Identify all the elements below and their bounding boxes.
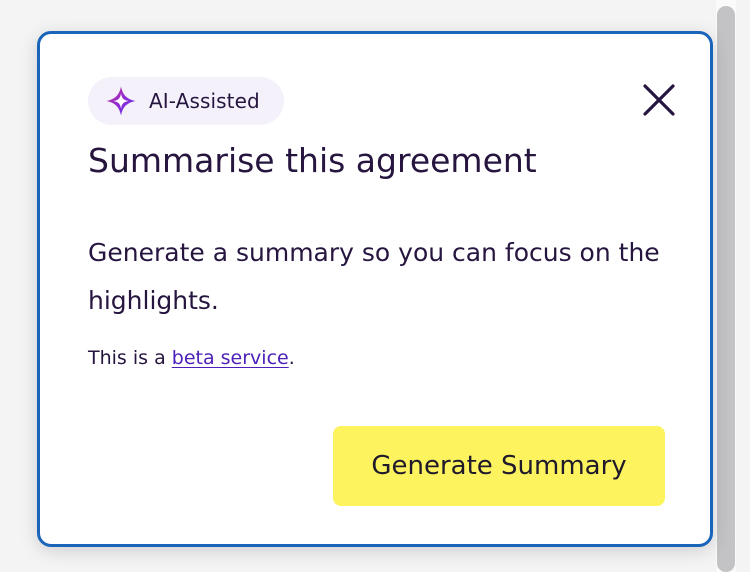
beta-suffix: . bbox=[288, 347, 295, 369]
beta-prefix: This is a bbox=[88, 347, 172, 369]
ai-summary-dialog: AI-Assisted Summarise this agreement Gen… bbox=[37, 31, 713, 547]
ai-assisted-badge: AI-Assisted bbox=[88, 77, 284, 125]
sparkle-icon bbox=[106, 86, 136, 116]
badge-label: AI-Assisted bbox=[149, 89, 260, 113]
beta-service-link[interactable]: beta service bbox=[172, 347, 289, 369]
dialog-description: Generate a summary so you can focus on t… bbox=[88, 238, 660, 315]
dialog-title: Summarise this agreement bbox=[88, 141, 537, 180]
close-icon bbox=[643, 84, 675, 116]
beta-note: This is a beta service. bbox=[88, 344, 295, 372]
generate-summary-button[interactable]: Generate Summary bbox=[333, 426, 665, 506]
scrollbar-track[interactable] bbox=[716, 0, 736, 572]
close-button[interactable] bbox=[635, 76, 683, 124]
scrollbar-thumb[interactable] bbox=[717, 6, 735, 572]
